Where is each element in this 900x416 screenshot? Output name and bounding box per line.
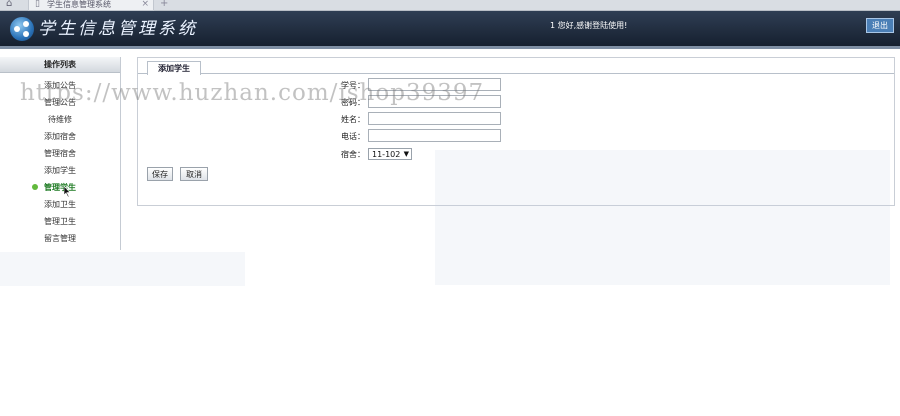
phone-label: 电话： bbox=[341, 132, 365, 141]
sidebar-item-manage-dorm[interactable]: 管理宿舍 bbox=[0, 145, 120, 162]
plus-icon[interactable]: + bbox=[160, 0, 168, 9]
tab-add-student[interactable]: 添加学生 bbox=[147, 61, 201, 75]
logo bbox=[10, 17, 34, 41]
home-icon[interactable]: ⌂ bbox=[6, 0, 12, 9]
dorm-select-value: 11-102 bbox=[372, 150, 401, 159]
browser-tab-title: 学生信息管理系统 bbox=[47, 0, 111, 9]
close-icon[interactable]: × bbox=[141, 0, 149, 9]
phone-input[interactable] bbox=[368, 129, 501, 142]
ghost-overlay bbox=[0, 252, 245, 286]
sidebar-item-add-dorm[interactable]: 添加宿舍 bbox=[0, 128, 120, 145]
active-indicator-icon bbox=[32, 184, 38, 190]
sidebar-item-add-hygiene[interactable]: 添加卫生 bbox=[0, 196, 120, 213]
cancel-button[interactable]: 取消 bbox=[180, 167, 208, 181]
sidebar-item-add-student[interactable]: 添加学生 bbox=[0, 162, 120, 179]
sidebar-item-manage-student[interactable]: 管理学生 bbox=[0, 179, 120, 196]
name-input[interactable] bbox=[368, 112, 501, 125]
name-label: 姓名： bbox=[341, 115, 365, 124]
sidebar-item-messages[interactable]: 留言管理 bbox=[0, 230, 120, 247]
browser-tab-strip: ⌂ ▯ 学生信息管理系统 × + bbox=[0, 0, 900, 11]
save-button[interactable]: 保存 bbox=[147, 167, 173, 181]
dorm-select[interactable]: 11-102 ▼ bbox=[368, 148, 412, 160]
logout-button[interactable]: 退出 bbox=[866, 18, 894, 33]
browser-tab[interactable]: ▯ 学生信息管理系统 × bbox=[28, 0, 154, 11]
header-divider bbox=[0, 46, 900, 49]
watermark: https://www.huzhan.com/ishop39397 bbox=[20, 80, 485, 106]
document-icon: ▯ bbox=[35, 0, 40, 9]
app-header: 学生信息管理系统 1 您好,感谢登陆使用! 退出 bbox=[0, 11, 900, 46]
sidebar-title: 操作列表 bbox=[0, 57, 120, 73]
chevron-down-icon: ▼ bbox=[403, 150, 409, 158]
ghost-overlay bbox=[435, 150, 890, 285]
welcome-text: 1 您好,感谢登陆使用! bbox=[550, 21, 628, 30]
dorm-label: 宿舍： bbox=[341, 150, 365, 159]
sidebar-item-pending-repair[interactable]: 待维修 bbox=[0, 111, 120, 128]
mouse-cursor-icon bbox=[64, 186, 71, 197]
sidebar-item-label: 管理学生 bbox=[44, 183, 76, 192]
app-title: 学生信息管理系统 bbox=[38, 19, 198, 39]
sidebar-item-manage-hygiene[interactable]: 管理卫生 bbox=[0, 213, 120, 230]
